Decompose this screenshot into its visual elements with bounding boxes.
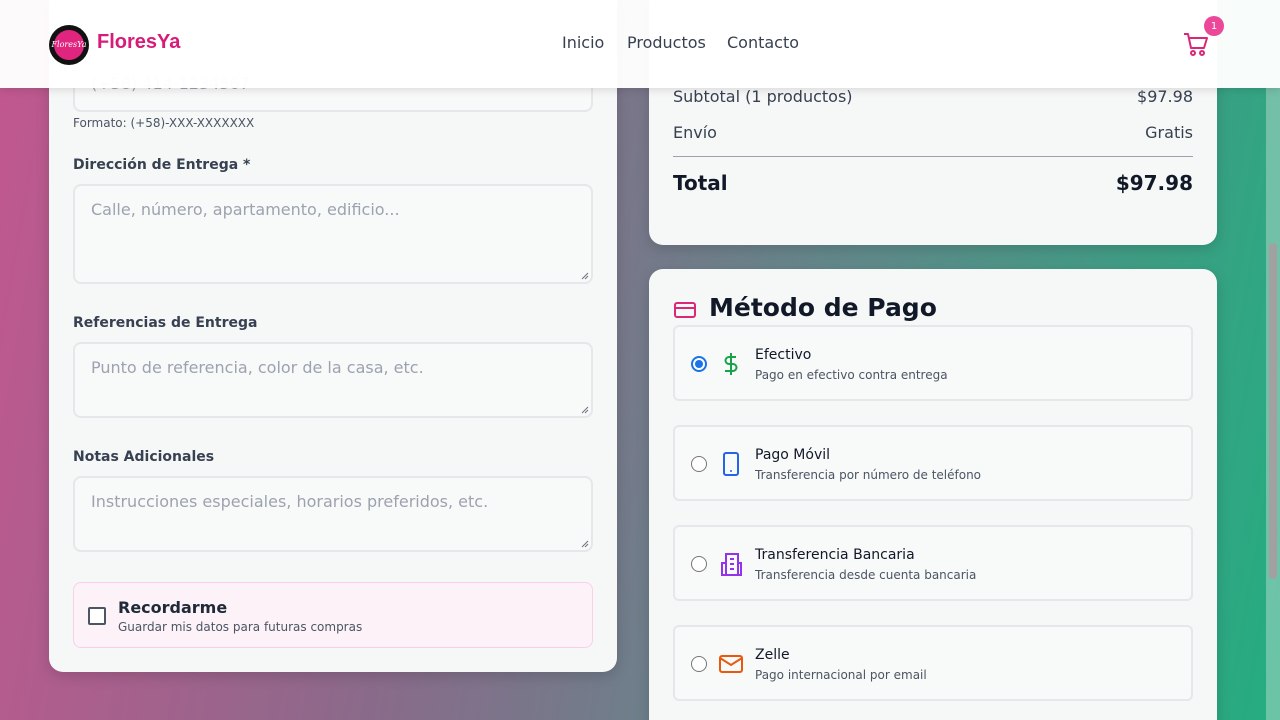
shipping-row: Envío Gratis <box>673 123 1193 142</box>
notes-placeholder: Instrucciones especiales, horarios prefe… <box>91 492 489 511</box>
total-label: Total <box>673 171 728 195</box>
cart-icon[interactable] <box>1183 31 1209 57</box>
option-title: Pago Móvil <box>755 447 831 463</box>
phone-format-hint: Formato: (+58)-XXX-XXXXXXX <box>73 116 255 130</box>
notes-textarea[interactable]: Instrucciones especiales, horarios prefe… <box>73 476 593 552</box>
option-title: Transferencia Bancaria <box>755 547 915 563</box>
resize-grip-icon[interactable] <box>581 540 589 548</box>
delivery-form-card: (+58) 414-1234567 Formato: (+58)-XXX-XXX… <box>49 0 617 672</box>
remember-checkbox[interactable] <box>88 607 106 625</box>
payment-method-card: Método de Pago Efectivo Pago en efectivo… <box>649 269 1217 720</box>
references-placeholder: Punto de referencia, color de la casa, e… <box>91 358 424 377</box>
subtotal-label: Subtotal (1 productos) <box>673 87 853 106</box>
nav-inicio[interactable]: Inicio <box>562 33 604 52</box>
radio-transferencia[interactable] <box>691 556 707 572</box>
option-subtitle: Pago internacional por email <box>755 668 927 682</box>
remember-me-box[interactable]: Recordarme Guardar mis datos para futura… <box>73 582 593 648</box>
nav-productos[interactable]: Productos <box>627 33 706 52</box>
option-title: Efectivo <box>755 347 812 363</box>
mail-icon <box>719 655 743 673</box>
mobile-icon <box>723 452 739 476</box>
address-placeholder: Calle, número, apartamento, edificio... <box>91 200 400 219</box>
page-scrollbar[interactable] <box>1266 88 1280 720</box>
option-title: Zelle <box>755 647 790 663</box>
remember-subtitle: Guardar mis datos para futuras compras <box>118 620 363 634</box>
bank-icon <box>721 553 742 576</box>
dollar-icon <box>724 353 738 375</box>
remember-title: Recordarme <box>118 598 228 617</box>
address-textarea[interactable]: Calle, número, apartamento, edificio... <box>73 184 593 284</box>
payment-option-transferencia[interactable]: Transferencia Bancaria Transferencia des… <box>673 525 1193 601</box>
brand-name[interactable]: FloresYa <box>97 31 180 54</box>
option-subtitle: Pago en efectivo contra entrega <box>755 368 948 382</box>
site-header: FloresYa FloresYa Inicio Productos Conta… <box>0 0 1280 88</box>
payment-option-zelle[interactable]: Zelle Pago internacional por email <box>673 625 1193 701</box>
total-row: Total $97.98 <box>673 171 1193 195</box>
address-label: Dirección de Entrega * <box>73 157 251 173</box>
references-label: Referencias de Entrega <box>73 315 258 331</box>
payment-option-pago-movil[interactable]: Pago Móvil Transferencia por número de t… <box>673 425 1193 501</box>
radio-efectivo[interactable] <box>691 356 707 372</box>
logo-mark: FloresYa <box>51 30 87 60</box>
resize-grip-icon[interactable] <box>581 272 589 280</box>
scrollbar-thumb[interactable] <box>1269 243 1277 579</box>
references-textarea[interactable]: Punto de referencia, color de la casa, e… <box>73 342 593 418</box>
notes-label: Notas Adicionales <box>73 449 215 465</box>
summary-divider <box>673 156 1193 157</box>
subtotal-row: Subtotal (1 productos) $97.98 <box>673 87 1193 106</box>
shipping-value: Gratis <box>1145 123 1193 142</box>
total-value: $97.98 <box>1115 171 1193 195</box>
radio-zelle[interactable] <box>691 656 707 672</box>
payment-option-efectivo[interactable]: Efectivo Pago en efectivo contra entrega <box>673 325 1193 401</box>
nav-contacto[interactable]: Contacto <box>727 33 799 52</box>
shipping-label: Envío <box>673 123 717 142</box>
radio-pago-movil[interactable] <box>691 456 707 472</box>
logo[interactable]: FloresYa <box>49 25 89 65</box>
subtotal-value: $97.98 <box>1137 87 1193 106</box>
payment-title: Método de Pago <box>709 293 937 322</box>
option-subtitle: Transferencia desde cuenta bancaria <box>755 568 977 582</box>
resize-grip-icon[interactable] <box>581 406 589 414</box>
cart-count-badge: 1 <box>1204 16 1224 36</box>
credit-card-icon <box>674 302 696 318</box>
option-subtitle: Transferencia por número de teléfono <box>755 468 982 482</box>
